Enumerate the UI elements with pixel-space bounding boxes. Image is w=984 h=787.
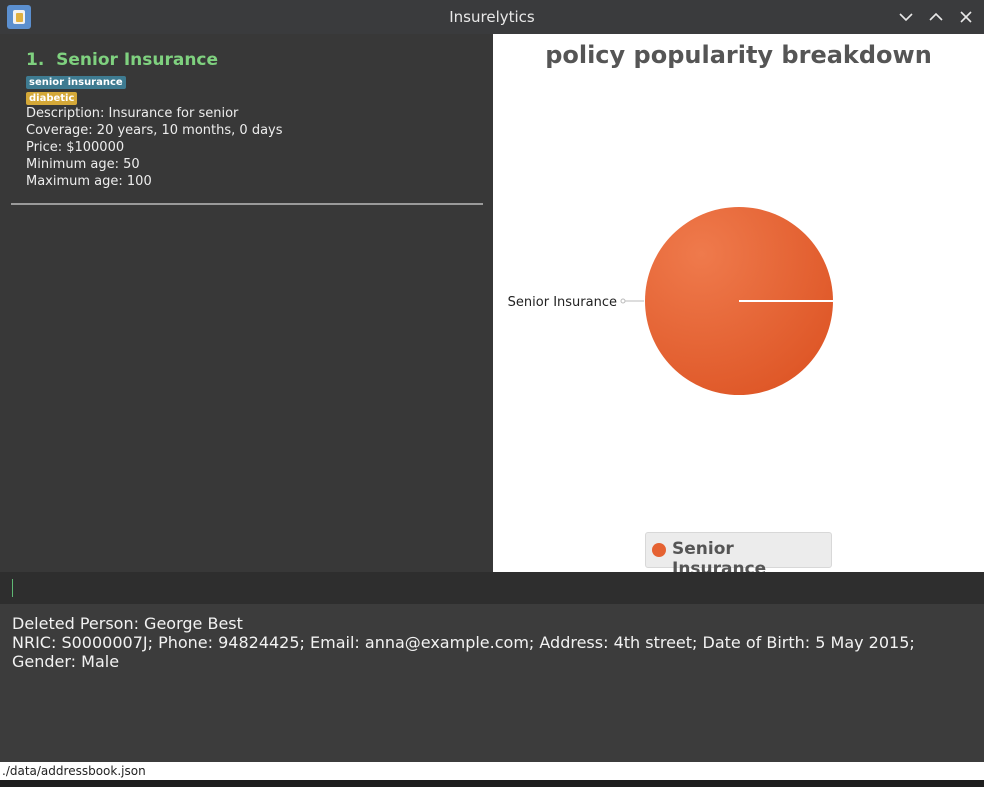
policy-card[interactable]: 1. Senior Insurance senior insurance dia… [26, 52, 283, 190]
minimize-button[interactable] [896, 7, 916, 27]
window-title: Insurelytics [449, 8, 535, 26]
status-bar: ./data/addressbook.json [0, 762, 984, 780]
title-bar: Insurelytics [0, 0, 984, 34]
pie-chart: Senior Insurance [508, 207, 833, 395]
result-line-2: NRIC: S0000007J; Phone: 94824425; Email:… [12, 633, 920, 671]
text-caret [12, 579, 13, 597]
close-icon [960, 11, 972, 23]
policy-description: Description: Insurance for senior [26, 106, 239, 121]
result-text: Deleted Person: George Best NRIC: S00000… [12, 614, 972, 671]
chart-panel: policy popularity breakdown Senior Insur… [493, 34, 984, 579]
policy-list-panel[interactable]: 1. Senior Insurance senior insurance dia… [0, 34, 493, 572]
chart-legend: Senior Insurance [645, 532, 832, 579]
chevron-down-icon [899, 13, 913, 22]
slice-label: Senior Insurance [508, 295, 617, 310]
command-input[interactable] [14, 577, 974, 599]
command-bar[interactable] [0, 572, 984, 604]
legend-marker [652, 543, 666, 557]
policy-title: 1. Senior Insurance [26, 52, 283, 69]
result-display[interactable]: Deleted Person: George Best NRIC: S00000… [0, 604, 984, 762]
result-line-1: Deleted Person: George Best [12, 614, 243, 633]
tag-diabetic: diabetic [26, 92, 78, 105]
policy-min-age: Minimum age: 50 [26, 157, 140, 172]
card-divider [11, 203, 483, 205]
policy-price: Price: $100000 [26, 140, 125, 155]
policy-name: Senior Insurance [56, 50, 219, 70]
status-file-path: ./data/addressbook.json [2, 764, 146, 778]
chevron-up-icon [929, 12, 943, 21]
policy-index: 1. [26, 50, 45, 70]
window-bottom-border [0, 780, 984, 787]
tag-senior-insurance: senior insurance [26, 76, 126, 89]
slice-label-dot [620, 298, 626, 304]
maximize-button[interactable] [926, 7, 946, 27]
close-button[interactable] [956, 7, 976, 27]
policy-coverage: Coverage: 20 years, 10 months, 0 days [26, 123, 283, 138]
policy-max-age: Maximum age: 100 [26, 174, 152, 189]
